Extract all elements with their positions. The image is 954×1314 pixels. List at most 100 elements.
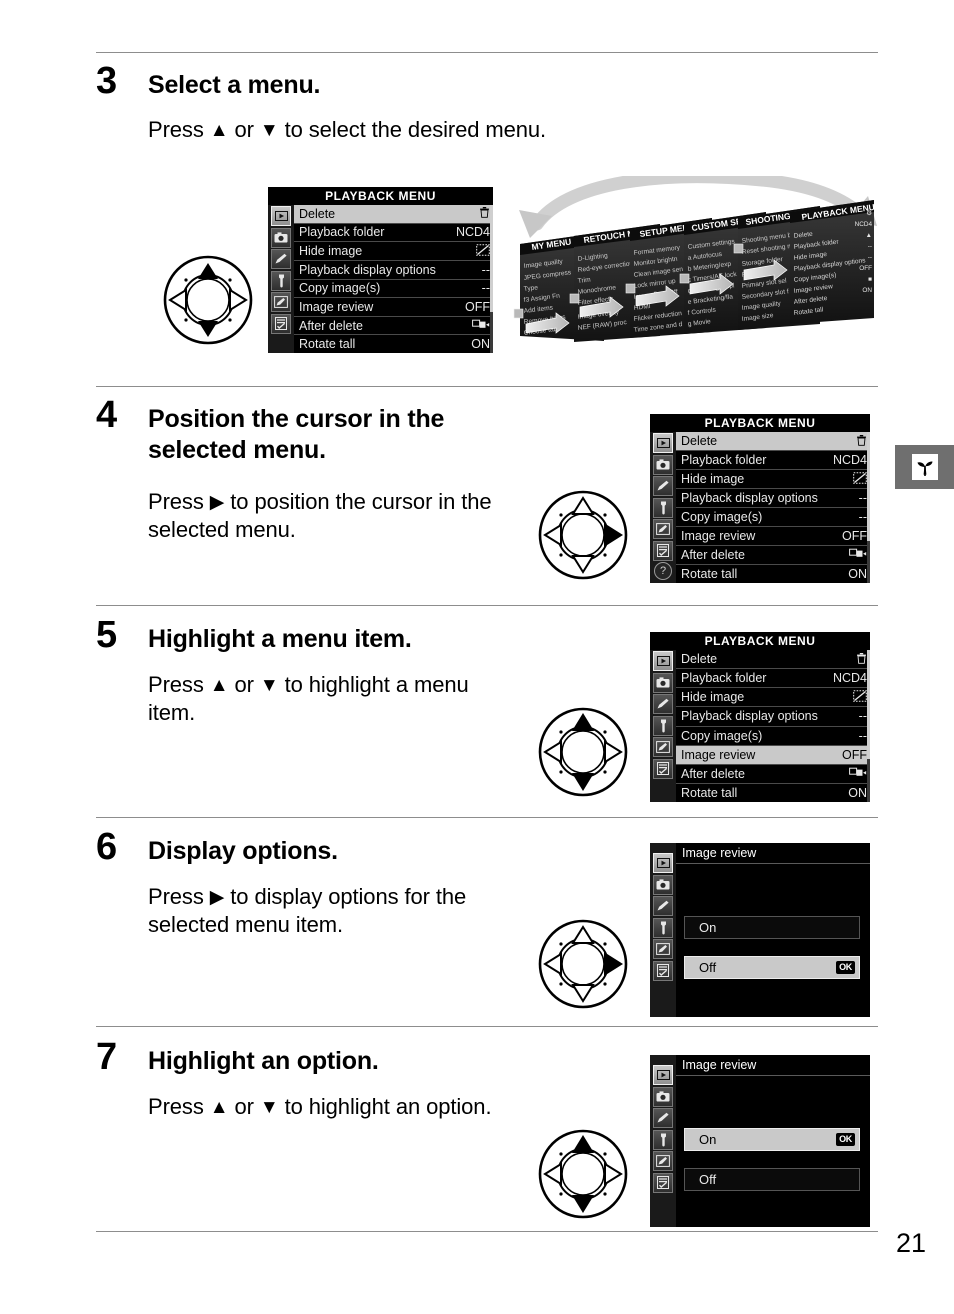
menu-row-label: Playback folder	[299, 225, 385, 240]
option-on[interactable]: On	[684, 916, 860, 939]
lcd-scrollbar[interactable]	[867, 432, 870, 583]
menu-row-delete[interactable]: Delete	[676, 650, 870, 670]
right-arrow-glyph: ▶	[209, 492, 225, 513]
menu-row-hide-image[interactable]: Hide image	[294, 242, 493, 261]
menu-row-delete[interactable]: Delete	[676, 432, 870, 451]
menu-row-delete[interactable]: Delete	[294, 205, 493, 224]
multi-selector-step6[interactable]	[533, 912, 633, 1022]
help-icon[interactable]: ?	[654, 562, 672, 580]
ok-badge: OK	[836, 1133, 855, 1146]
setup-wrench-icon[interactable]	[653, 1129, 673, 1150]
custom-setting-pencil-icon[interactable]	[653, 476, 673, 496]
option-off[interactable]: Off OK	[684, 956, 860, 979]
menu-row-playback-display-options[interactable]: Playback display options --	[294, 260, 493, 280]
step-5-number: 5	[96, 614, 117, 656]
my-menu-checklist-icon[interactable]	[653, 1172, 673, 1193]
lcd-rows-step5: Delete Playback folder NCD4 Hide image P…	[676, 650, 870, 802]
menu-row-copy-images[interactable]: Copy image(s) --	[294, 279, 493, 299]
playback-icon[interactable]	[653, 433, 673, 453]
retouch-brush-icon[interactable]	[653, 519, 673, 539]
menu-row-hide-image[interactable]: Hide image	[676, 470, 870, 489]
lcd-title-step3: PLAYBACK MENU	[268, 187, 493, 205]
divider-step7	[96, 1026, 878, 1027]
divider-bottom	[96, 1231, 878, 1232]
lcd-scrollbar[interactable]	[867, 650, 870, 802]
svg-text:--: --	[868, 243, 872, 250]
multi-selector-step3[interactable]	[158, 248, 258, 358]
menu-row-image-review[interactable]: Image review OFF	[294, 298, 493, 317]
step-6-body-pre: Press	[148, 884, 210, 909]
menu-row-value: --	[858, 491, 867, 505]
option-off[interactable]: Off	[684, 1168, 860, 1191]
my-menu-checklist-icon[interactable]	[653, 758, 673, 779]
menu-row-value: NCD4	[455, 225, 490, 240]
menu-row-playback-folder[interactable]: Playback folder NCD4	[294, 223, 493, 243]
menu-row-label: Rotate tall	[681, 567, 738, 581]
retouch-brush-icon[interactable]	[653, 1151, 673, 1171]
multi-selector-step7[interactable]	[533, 1122, 633, 1232]
playback-icon[interactable]	[653, 651, 673, 671]
setup-wrench-icon[interactable]	[653, 715, 673, 736]
option-on[interactable]: On OK	[684, 1128, 860, 1151]
my-menu-checklist-icon[interactable]	[653, 540, 673, 561]
step-5-body-mid: or	[228, 672, 260, 697]
menu-row-image-review[interactable]: Image review OFF	[676, 527, 870, 546]
shooting-camera-icon[interactable]	[653, 672, 673, 693]
shooting-camera-icon[interactable]	[653, 1086, 673, 1107]
menu-row-rotate-tall[interactable]: Rotate tall ON	[676, 565, 870, 583]
step-4-title: Position the cursor in the selected menu…	[148, 405, 445, 464]
menu-row-after-delete[interactable]: After delete	[676, 546, 870, 565]
multi-selector-step5[interactable]	[533, 700, 633, 810]
step-5-body-pre: Press	[148, 672, 210, 697]
menu-row-playback-folder[interactable]: Playback folder NCD4	[676, 669, 870, 689]
menu-row-image-review[interactable]: Image review OFF	[676, 745, 870, 765]
menu-row-label: After delete	[299, 318, 363, 333]
menu-row-label: Delete	[681, 434, 718, 448]
custom-setting-pencil-icon[interactable]	[653, 1108, 673, 1128]
step-7-title: Highlight an option.	[148, 1047, 379, 1075]
step-3-body-mid: or	[228, 117, 260, 142]
setup-wrench-icon[interactable]	[653, 917, 673, 938]
menu-row-playback-display-options[interactable]: Playback display options --	[676, 489, 870, 508]
menu-row-label: Playback display options	[299, 262, 436, 277]
shooting-camera-icon[interactable]	[653, 874, 673, 895]
playback-icon[interactable]	[653, 1065, 673, 1085]
custom-setting-pencil-icon[interactable]	[653, 896, 673, 916]
menu-row-rotate-tall[interactable]: Rotate tall ON	[294, 335, 493, 353]
setup-wrench-icon[interactable]	[271, 270, 291, 291]
playback-icon[interactable]	[653, 853, 673, 873]
menu-row-copy-images[interactable]: Copy image(s) --	[676, 508, 870, 527]
my-menu-checklist-icon[interactable]	[653, 960, 673, 981]
step-7-body-post: to highlight an option.	[278, 1094, 492, 1119]
menu-row-after-delete[interactable]: After delete	[676, 764, 870, 784]
step-5-title: Highlight a menu item.	[148, 625, 412, 653]
menu-row-after-delete[interactable]: After delete	[294, 316, 493, 336]
menu-row-playback-folder[interactable]: Playback folder NCD4	[676, 451, 870, 470]
retouch-brush-icon[interactable]	[653, 939, 673, 959]
lcd-scrollbar[interactable]	[490, 205, 493, 353]
shooting-camera-icon[interactable]	[271, 227, 291, 248]
divider-step5	[96, 605, 878, 606]
step-3-body: Press ▲ or ▼ to select the desired menu.	[148, 116, 668, 144]
menu-row-rotate-tall[interactable]: Rotate tall ON	[676, 783, 870, 802]
custom-setting-pencil-icon[interactable]	[271, 249, 291, 269]
setup-wrench-icon[interactable]	[653, 497, 673, 518]
menu-row-copy-images[interactable]: Copy image(s) --	[676, 726, 870, 746]
menu-row-label: Rotate tall	[681, 785, 738, 800]
menu-row-label: Delete	[299, 206, 336, 221]
step-7-body-mid: or	[228, 1094, 260, 1119]
shooting-camera-icon[interactable]	[653, 454, 673, 475]
menu-row-hide-image[interactable]: Hide image	[676, 688, 870, 708]
menu-row-playback-display-options[interactable]: Playback display options --	[676, 707, 870, 727]
step-6-number: 6	[96, 826, 117, 868]
manual-page: 3 Select a menu. Press ▲ or ▼ to select …	[0, 0, 954, 1314]
step-4-body: Press ▶ to position the cursor in the se…	[148, 488, 508, 543]
retouch-brush-icon[interactable]	[653, 737, 673, 757]
retouch-brush-icon[interactable]	[271, 292, 291, 312]
my-menu-checklist-icon[interactable]	[271, 313, 291, 334]
multi-selector-step4[interactable]	[533, 483, 633, 593]
custom-setting-pencil-icon[interactable]	[653, 694, 673, 714]
playback-icon[interactable]	[271, 206, 291, 226]
option-label: Off	[699, 960, 717, 975]
menu-row-value: --	[481, 281, 490, 296]
